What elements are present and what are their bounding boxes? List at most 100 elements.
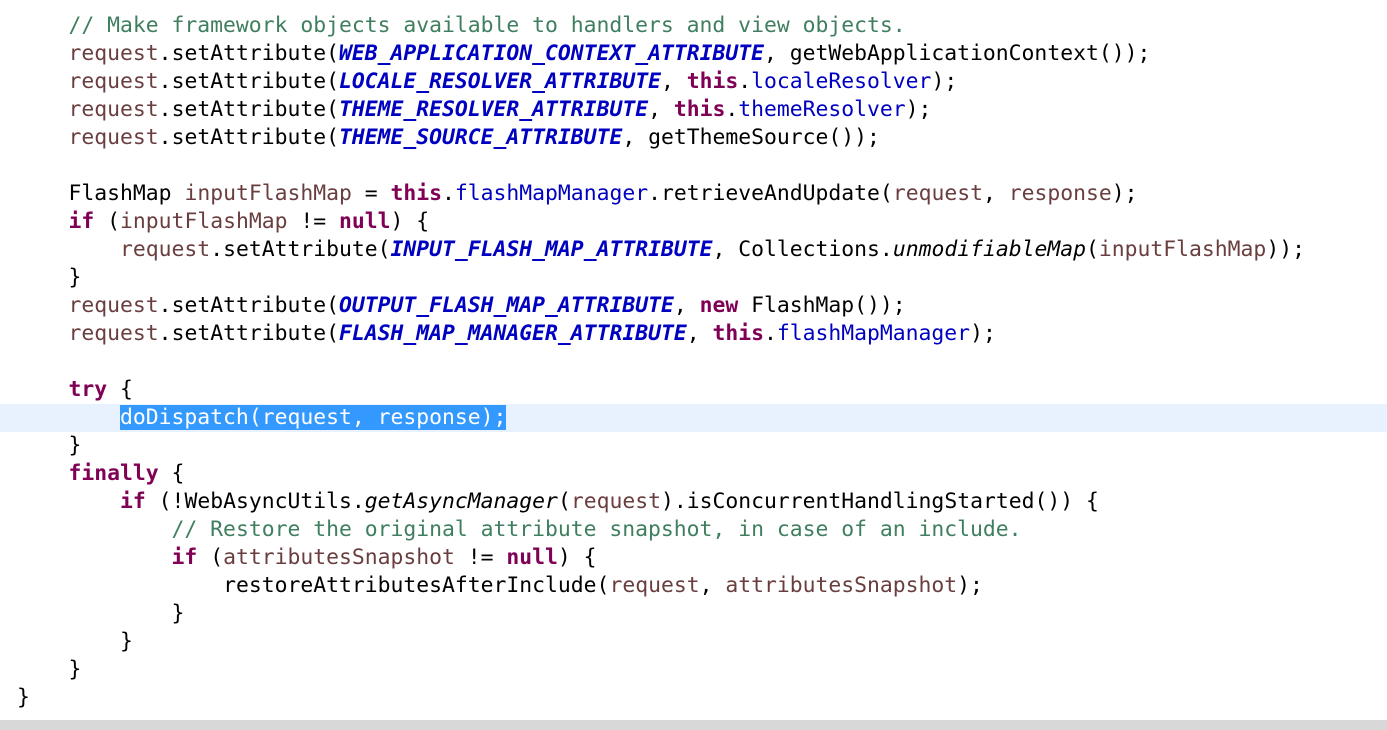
code-line[interactable]: restoreAttributesAfterInclude(request, a…	[17, 572, 1305, 600]
code-punctuation: (	[197, 545, 224, 570]
code-token: INPUT_FLASH_MAP_ATTRIBUTE	[390, 237, 713, 262]
code-token: setAttribute	[171, 125, 327, 150]
code-token: new	[699, 293, 739, 318]
code-token: attributesSnapshot	[725, 573, 958, 598]
code-token: request	[68, 125, 159, 150]
code-punctuation: );	[1111, 181, 1138, 206]
code-punctuation: .	[764, 321, 777, 346]
code-punctuation: );	[970, 321, 996, 346]
code-line[interactable]: request.setAttribute(WEB_APPLICATION_CON…	[17, 40, 1305, 68]
code-token: getThemeSource	[648, 125, 829, 150]
code-punctuation: ,	[660, 69, 687, 94]
code-line[interactable]: }	[17, 264, 1305, 292]
code-line[interactable]: // Make framework objects available to h…	[17, 12, 1305, 40]
code-punctuation: .	[738, 69, 752, 94]
code-line[interactable]: // Restore the original attribute snapsh…	[17, 516, 1305, 544]
code-line[interactable]: doDispatch(request, response);	[0, 404, 1387, 432]
code-punctuation: }	[17, 265, 82, 290]
code-token: response	[1008, 181, 1112, 206]
code-token: themeResolver	[738, 97, 906, 122]
code-punctuation: );	[905, 97, 932, 122]
code-token: getAsyncManager	[364, 489, 558, 514]
code-area[interactable]: // Make framework objects available to h…	[0, 12, 1387, 712]
code-line[interactable]: if (inputFlashMap != null) {	[17, 208, 1305, 236]
code-punctuation: .	[158, 293, 172, 318]
code-punctuation	[17, 545, 172, 570]
code-token: localeResolver	[751, 69, 932, 94]
code-punctuation: ,	[712, 237, 739, 262]
code-token: THEME_RESOLVER_ATTRIBUTE	[339, 97, 649, 122]
code-punctuation: (	[326, 69, 339, 94]
code-token: request	[570, 489, 661, 514]
code-line[interactable]: }	[17, 600, 1305, 628]
code-line[interactable]: }	[17, 628, 1305, 656]
code-punctuation	[17, 377, 69, 402]
code-line[interactable]: finally {	[17, 460, 1305, 488]
code-punctuation: =	[351, 181, 391, 206]
code-punctuation	[17, 181, 69, 206]
code-token: unmodifiableMap	[892, 237, 1086, 262]
code-token: this	[686, 69, 739, 94]
code-token: retrieveAndUpdate	[660, 181, 880, 206]
code-punctuation: ));	[1266, 237, 1305, 262]
code-punctuation	[17, 293, 69, 318]
horizontal-scrollbar[interactable]	[0, 720, 1387, 730]
code-punctuation	[738, 293, 751, 318]
code-line[interactable]: try {	[17, 376, 1305, 404]
code-line[interactable]: request.setAttribute(THEME_RESOLVER_ATTR…	[17, 96, 1305, 124]
code-line[interactable]: request.setAttribute(OUTPUT_FLASH_MAP_AT…	[17, 292, 1305, 320]
code-line[interactable]: request.setAttribute(THEME_SOURCE_ATTRIB…	[17, 124, 1305, 152]
code-token: request	[68, 321, 159, 346]
code-token: request	[68, 41, 159, 66]
code-token: request	[120, 237, 211, 262]
code-line[interactable]: request.setAttribute(FLASH_MAP_MANAGER_A…	[17, 320, 1305, 348]
code-punctuation: .	[442, 181, 455, 206]
code-token: if	[68, 209, 95, 234]
code-line[interactable]: }	[17, 432, 1305, 460]
code-line[interactable]: }	[17, 684, 1305, 712]
code-token: request	[68, 97, 159, 122]
code-punctuation: ) {	[557, 545, 597, 570]
code-line[interactable]: }	[17, 656, 1305, 684]
code-comment: // Make framework objects available to h…	[68, 13, 906, 38]
code-token: request	[892, 181, 983, 206]
code-token: FlashMap	[68, 181, 172, 206]
code-line[interactable]: if (!WebAsyncUtils.getAsyncManager(reque…	[17, 488, 1305, 516]
code-punctuation: ,	[699, 573, 726, 598]
code-token: request	[68, 69, 159, 94]
code-line[interactable]: request.setAttribute(LOCALE_RESOLVER_ATT…	[17, 68, 1305, 96]
code-token: getWebApplicationContext	[789, 41, 1099, 66]
code-token: attributesSnapshot	[223, 545, 455, 570]
code-line[interactable]: FlashMap inputFlashMap = this.flashMapMa…	[17, 180, 1305, 208]
code-token: LOCALE_RESOLVER_ATTRIBUTE	[339, 69, 661, 94]
code-punctuation: .	[158, 41, 172, 66]
code-editor[interactable]: // Make framework objects available to h…	[0, 0, 1387, 720]
code-token: try	[68, 377, 108, 402]
code-line[interactable]: if (attributesSnapshot != null) {	[17, 544, 1305, 572]
code-token: inputFlashMap	[1098, 237, 1267, 262]
code-line[interactable]	[17, 152, 1305, 180]
code-punctuation: .	[351, 489, 365, 514]
code-punctuation: ());	[1098, 41, 1151, 66]
code-punctuation	[17, 41, 69, 66]
code-token: WEB_APPLICATION_CONTEXT_ATTRIBUTE	[339, 41, 764, 66]
code-line[interactable]: request.setAttribute(INPUT_FLASH_MAP_ATT…	[17, 236, 1305, 264]
code-token: OUTPUT_FLASH_MAP_ATTRIBUTE	[339, 293, 674, 318]
code-punctuation: }	[17, 685, 30, 710]
text-selection[interactable]: doDispatch(request, response);	[120, 405, 507, 430]
code-punctuation: ,	[673, 293, 700, 318]
code-punctuation: }	[17, 433, 82, 458]
code-token: setAttribute	[171, 321, 327, 346]
code-punctuation: (	[326, 41, 339, 66]
code-punctuation: .	[725, 97, 739, 122]
code-token: finally	[68, 461, 159, 486]
code-punctuation	[17, 237, 120, 262]
code-punctuation: }	[17, 629, 133, 654]
code-punctuation	[17, 321, 69, 346]
code-line[interactable]	[17, 348, 1305, 376]
code-punctuation: (	[94, 209, 121, 234]
code-token: if	[171, 545, 198, 570]
code-token: Collections	[738, 237, 880, 262]
code-token: isConcurrentHandlingStarted	[686, 489, 1035, 514]
